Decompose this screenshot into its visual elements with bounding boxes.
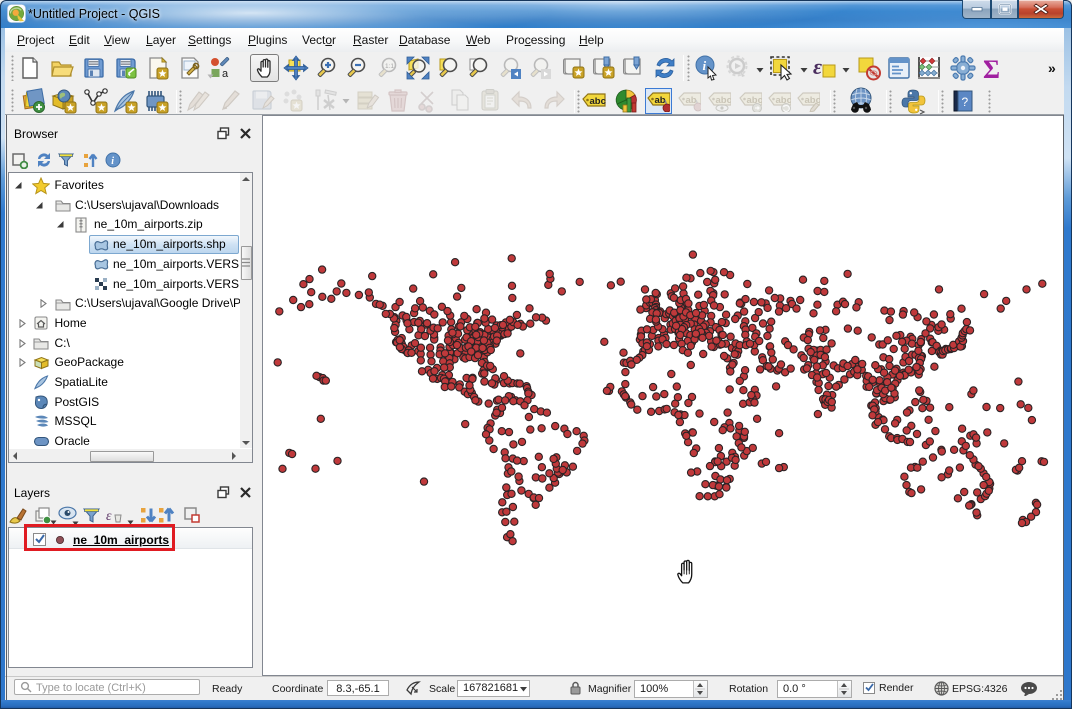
svg-text:1:1: 1:1 xyxy=(385,63,394,70)
svg-text:abc: abc xyxy=(716,95,732,106)
svg-text:a: a xyxy=(222,68,229,80)
svg-text:abc: abc xyxy=(590,96,606,107)
svg-text:ab: ab xyxy=(655,95,666,106)
svg-text:ε: ε xyxy=(813,55,822,79)
svg-text:i: i xyxy=(111,156,114,167)
svg-text:ε: ε xyxy=(106,509,112,524)
svg-text:Σ: Σ xyxy=(983,55,1000,81)
svg-text:?: ? xyxy=(962,95,969,109)
svg-text:i: i xyxy=(703,58,707,73)
